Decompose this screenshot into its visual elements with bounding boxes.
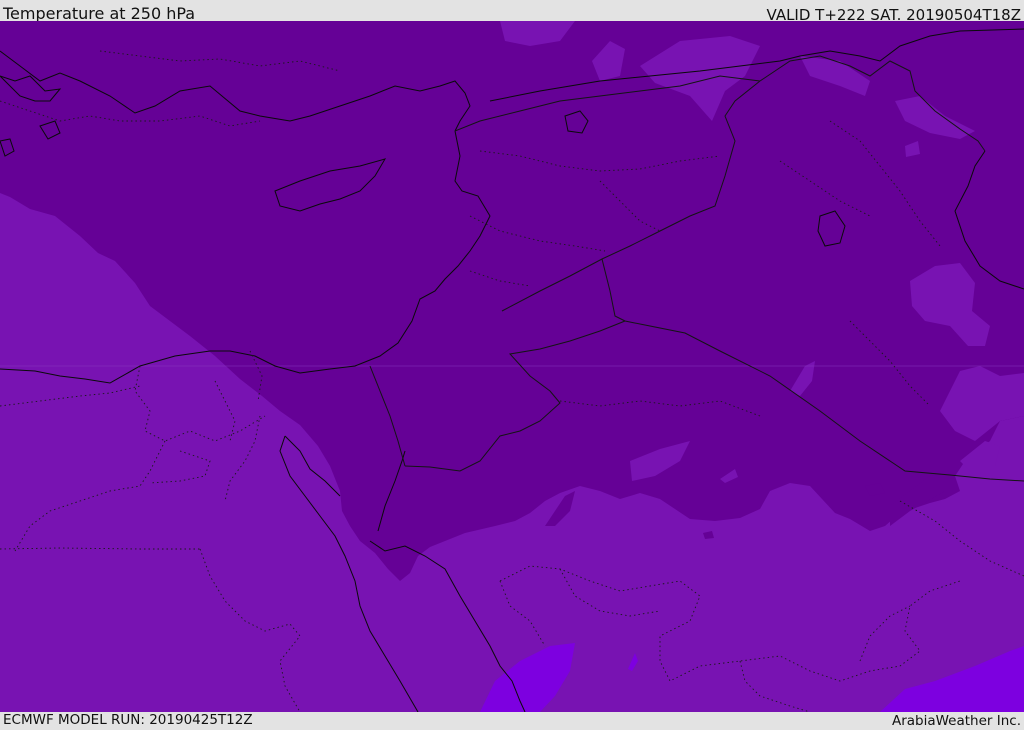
header-bar: Temperature at 250 hPa VALID T+222 SAT. … <box>0 0 1024 24</box>
temperature-map <box>0 21 1024 712</box>
footer-bar: ECMWF MODEL RUN: 20190425T12Z ArabiaWeat… <box>0 712 1024 729</box>
model-run: ECMWF MODEL RUN: 20190425T12Z <box>3 712 253 728</box>
credit: ArabiaWeather Inc. <box>891 713 1021 729</box>
